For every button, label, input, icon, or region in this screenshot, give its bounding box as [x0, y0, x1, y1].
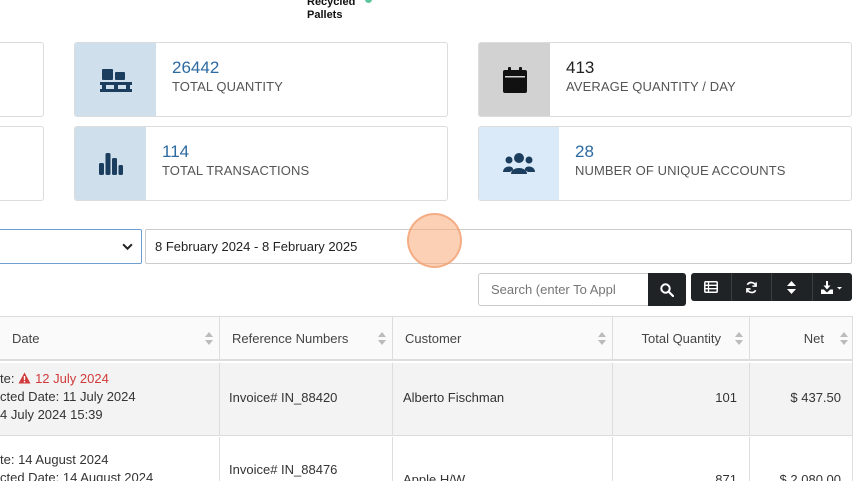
table-row[interactable]: te: 12 July 2024 cted Date: 11 July 2024…	[0, 363, 852, 436]
pallet-icon-box	[75, 43, 156, 116]
total-transactions-label: TOTAL TRANSACTIONS	[162, 163, 310, 178]
calendar-icon-box	[479, 43, 550, 116]
date-line: te: 12 July 2024	[0, 371, 109, 386]
due-date-value: 12 July 2024	[35, 371, 109, 386]
average-quantity-label: AVERAGE QUANTITY / DAY	[566, 79, 736, 94]
filter-select[interactable]	[0, 229, 142, 264]
total-quantity-card: 26442 TOTAL QUANTITY	[74, 42, 448, 117]
export-dropdown-button[interactable]	[813, 273, 853, 301]
warning-icon	[18, 372, 31, 384]
sort-icon	[787, 280, 797, 294]
users-icon-box	[479, 127, 559, 200]
sort-icon	[840, 332, 848, 345]
date-cell: te: 14 August 2024 cted Date: 14 August …	[0, 437, 220, 481]
users-icon	[503, 152, 535, 174]
reference-value[interactable]: Invoice# IN_88476	[229, 461, 337, 479]
search-input[interactable]	[478, 273, 649, 306]
search-button[interactable]	[648, 273, 686, 306]
column-header-customer[interactable]: Customer	[393, 317, 613, 361]
unique-accounts-card: 28 NUMBER OF UNIQUE ACCOUNTS	[478, 126, 852, 201]
refresh-button[interactable]	[732, 273, 772, 301]
column-header-label: Total Quantity	[641, 331, 722, 346]
transactions-table: Date Reference Numbers Customer Total Qu…	[0, 316, 853, 481]
net-value: $ 437.50	[790, 390, 841, 405]
total-quantity-cell: 101	[613, 363, 750, 435]
table-row[interactable]: te: 14 August 2024 cted Date: 14 August …	[0, 437, 852, 481]
column-header-label: Customer	[405, 331, 462, 346]
table-toolbar	[691, 273, 852, 301]
unique-accounts-value: 28	[575, 142, 594, 161]
stat-card-left-top	[0, 42, 44, 117]
net-cell: $ 437.50	[750, 363, 852, 435]
calendar-icon	[502, 66, 527, 93]
toggle-view-button[interactable]	[691, 273, 732, 301]
sort-icon	[598, 332, 606, 345]
due-date-value: 14 August 2024	[18, 452, 109, 467]
average-quantity-card: 413 AVERAGE QUANTITY / DAY	[478, 42, 852, 117]
date-range-input[interactable]: 8 February 2024 - 8 February 2025	[145, 229, 852, 264]
list-view-icon	[703, 281, 718, 293]
date-line: cted Date: 14 August 2024	[0, 470, 154, 481]
reference-cell: Invoice# IN_88420	[220, 363, 393, 435]
chevron-down-icon	[122, 243, 133, 251]
download-icon	[821, 280, 843, 294]
column-header-label: Reference Numbers	[232, 331, 349, 346]
column-header-total-quantity[interactable]: Total Quantity	[613, 317, 750, 361]
unique-accounts-label: NUMBER OF UNIQUE ACCOUNTS	[575, 163, 786, 178]
column-header-label: Date	[12, 331, 40, 346]
total-transactions-card: 114 TOTAL TRANSACTIONS	[74, 126, 448, 201]
date-line: cted Date: 11 July 2024	[0, 389, 136, 404]
total-transactions-value: 114	[162, 142, 190, 161]
net-value: $ 2,080.00	[779, 472, 841, 481]
bar-chart-icon	[98, 152, 123, 175]
date-line: 4 July 2024 15:39	[0, 407, 103, 422]
sort-icon	[735, 332, 743, 345]
sort-icon	[378, 332, 386, 345]
bar-chart-icon-box	[75, 127, 146, 200]
cursor-indicator	[407, 213, 462, 268]
total-quantity-label: TOTAL QUANTITY	[172, 79, 283, 94]
stat-card-left-bottom	[0, 126, 44, 201]
reference-value[interactable]: Invoice# IN_88420	[229, 389, 337, 407]
brand-logo-text: Recycled Pallets	[307, 0, 356, 21]
column-header-reference-numbers[interactable]: Reference Numbers	[220, 317, 393, 361]
total-quantity-value: 101	[715, 390, 737, 405]
net-cell: $ 2,080.00	[750, 437, 852, 481]
column-header-net[interactable]: Net	[750, 317, 852, 361]
brand-logo-mark	[365, 0, 372, 3]
date-cell: te: 12 July 2024 cted Date: 11 July 2024…	[0, 363, 220, 435]
column-header-label: Net	[803, 331, 824, 346]
pallet-icon	[99, 68, 132, 92]
reference-cell: Invoice# IN_88476	[220, 437, 393, 481]
customer-value[interactable]: Apple H/W	[403, 471, 465, 481]
total-quantity-value: 871	[715, 472, 737, 481]
customer-cell: Apple H/W	[393, 437, 613, 481]
column-header-date[interactable]: Date	[0, 317, 220, 361]
total-quantity-cell: 871	[613, 437, 750, 481]
average-quantity-value: 413	[566, 58, 595, 77]
refresh-icon	[745, 281, 757, 293]
date-line: te: 14 August 2024	[0, 452, 109, 467]
total-quantity-value: 26442	[172, 58, 220, 77]
customer-cell: Alberto Fischman	[393, 363, 613, 435]
customer-value[interactable]: Alberto Fischman	[403, 389, 504, 407]
sort-icon	[205, 332, 213, 345]
sort-columns-button[interactable]	[772, 273, 813, 301]
search-icon	[660, 282, 674, 297]
